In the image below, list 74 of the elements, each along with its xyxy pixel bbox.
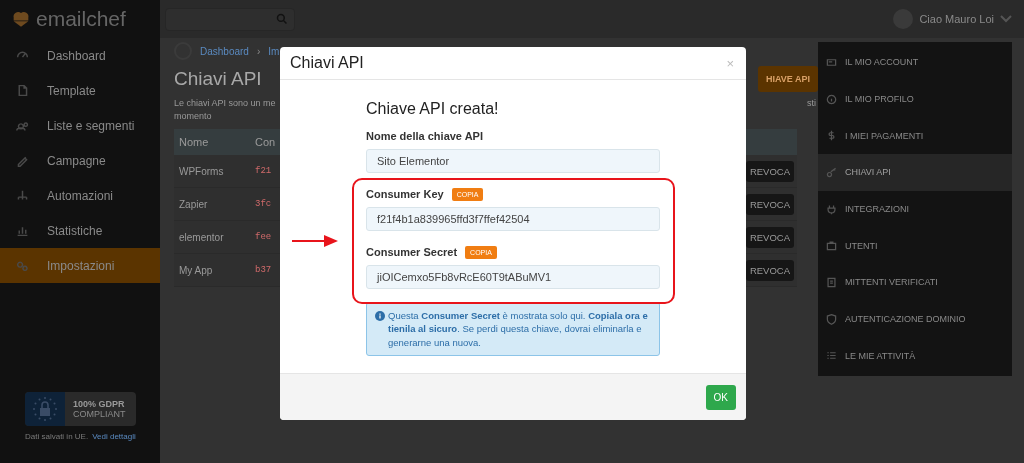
menu-item-icon	[826, 93, 837, 105]
gdpr-subtitle: COMPLIANT	[73, 409, 126, 419]
revoke-button[interactable]: REVOCA	[745, 160, 794, 182]
menu-item-icon	[826, 56, 837, 68]
table-cell-text: WPForms	[179, 165, 225, 177]
sidebar-item[interactable]: Impostazioni	[0, 248, 160, 283]
input-field[interactable]: Sito Elementor	[366, 149, 660, 173]
menu-item-icon	[826, 276, 837, 288]
info-text: Questa Consumer Secret è mostrata solo qui. Copiala ora e tienila al sicuro. Se perdi questa chiave, dovrai eliminarla e generarne una nuova.	[388, 309, 649, 349]
field-label: Consumer Key	[366, 188, 444, 200]
eu-lock-icon	[30, 394, 60, 424]
breadcrumb-link[interactable]: Im	[268, 45, 280, 57]
success-heading: Chiave API creata!	[366, 100, 500, 118]
gdpr-title: 100% GDPR	[73, 399, 126, 409]
sidebar-item[interactable]: Liste e segmenti	[0, 108, 160, 143]
search-icon	[276, 13, 288, 25]
menu-item-icon	[826, 350, 837, 362]
field-label: Nome della chiave API	[366, 130, 483, 142]
menu-item-icon	[16, 84, 29, 97]
gdpr-note: Dati salvati in UE.	[25, 432, 89, 441]
settings-menu-item[interactable]: UTENTI	[818, 227, 1012, 265]
column-header: Con	[255, 136, 276, 148]
page-description: momento	[174, 111, 213, 121]
table-cell-text: elementor	[179, 231, 225, 243]
revoke-button[interactable]: REVOCA	[745, 193, 794, 215]
input-field[interactable]: jiOICemxo5Fb8vRcE60T9tABuMV1	[366, 265, 660, 289]
menu-item-icon	[16, 119, 29, 132]
field-label: Consumer Secret	[366, 246, 458, 258]
ok-button[interactable]: OK	[705, 384, 736, 410]
table-cell-text: My App	[179, 264, 214, 276]
settings-menu-item[interactable]: I MIEI PAGAMENTI	[818, 117, 1012, 155]
menu-item-icon	[16, 224, 29, 237]
settings-menu-item[interactable]: IL MIO ACCOUNT	[818, 44, 1012, 81]
sidebar-item[interactable]: Automazioni	[0, 178, 160, 213]
breadcrumb-link[interactable]: Dashboard	[200, 45, 249, 57]
settings-menu-item[interactable]: MITTENTI VERIFICATI	[818, 264, 1012, 301]
search-field[interactable]	[165, 7, 295, 31]
menu-item-icon	[16, 189, 29, 202]
table-cell: f21	[255, 166, 272, 176]
settings-menu-item[interactable]: CHIAVI API	[818, 154, 1012, 191]
input-field[interactable]: f21f4b1a839965ffd3f7ffef42504	[366, 207, 660, 231]
menu-item-icon	[16, 259, 29, 272]
sidebar-item[interactable]: Statistiche	[0, 213, 160, 248]
chevron-down-icon[interactable]	[1000, 15, 1012, 23]
column-header: Nome	[179, 136, 210, 148]
settings-menu-item[interactable]: INTEGRAZIONI	[818, 190, 1012, 228]
menu-item-icon	[16, 154, 29, 167]
settings-menu-item[interactable]: LE MIE ATTIVITÀ	[818, 337, 1012, 375]
user-name[interactable]: Ciao Mauro Loi	[919, 13, 994, 25]
sidebar-item[interactable]: Template	[0, 73, 160, 108]
table-cell: 3fc	[255, 199, 272, 209]
settings-menu-item[interactable]: IL MIO PROFILO	[818, 80, 1012, 118]
info-icon	[375, 311, 385, 321]
page-description: Le chiavi API sono un me	[174, 98, 276, 108]
settings-menu-item[interactable]: AUTENTICAZIONE DOMINIO	[818, 300, 1012, 338]
table-cell: fee	[255, 232, 272, 242]
menu-item-icon	[826, 203, 837, 215]
breadcrumb-separator: ›	[256, 45, 261, 57]
revoke-button[interactable]: REVOCA	[745, 259, 794, 281]
table-cell-text: Zapier	[179, 198, 209, 210]
brand-name: emailchef	[36, 7, 126, 31]
menu-item-icon	[826, 313, 837, 325]
menu-item-icon	[826, 130, 837, 142]
modal-title: Chiavi API	[290, 54, 364, 72]
new-key-button[interactable]: HIAVE API	[758, 66, 818, 92]
revoke-button[interactable]: REVOCA	[745, 226, 794, 248]
table-cell: b37	[255, 265, 272, 275]
menu-item-icon	[826, 240, 837, 252]
details-link[interactable]: Vedi dettagli	[92, 432, 136, 441]
sidebar-item[interactable]: Campagne	[0, 143, 160, 178]
page-description: sti	[807, 98, 816, 110]
menu-item-icon	[826, 166, 837, 178]
page-title: Chiavi API	[174, 68, 262, 90]
sidebar-item[interactable]: Dashboard	[0, 38, 160, 73]
